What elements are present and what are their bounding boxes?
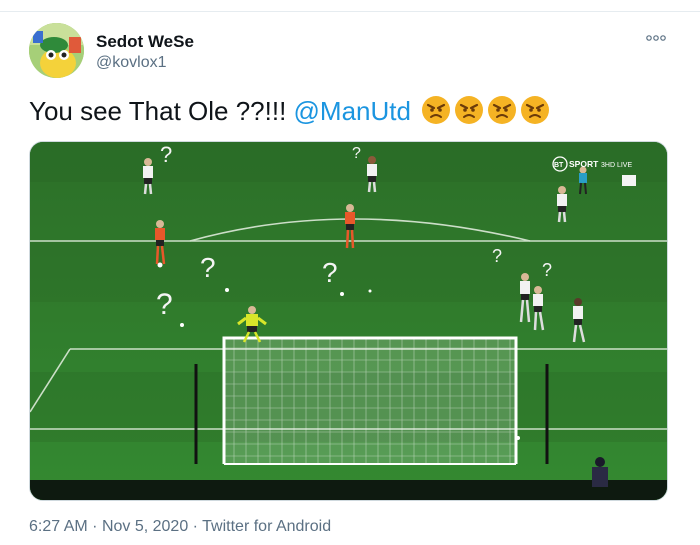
tweet-media-image[interactable]: ? ? ? ? ? ? ? BT SPORT 3HD LIVE — [29, 141, 668, 501]
football-pitch-image: ? ? ? ? ? ? ? BT SPORT 3HD LIVE — [30, 142, 667, 500]
more-options-icon[interactable] — [646, 30, 666, 46]
avatar[interactable] — [29, 23, 84, 78]
tweet-date[interactable]: Nov 5, 2020 — [102, 518, 188, 535]
question-mark: ? — [352, 145, 361, 162]
user-handle[interactable]: @kovlox1 — [96, 54, 167, 72]
tweet-source[interactable]: Twitter for Android — [202, 518, 331, 535]
avatar-image — [29, 23, 84, 78]
tweet-time[interactable]: 6:27 AM — [29, 518, 88, 535]
meta-separator: · — [192, 518, 198, 535]
question-mark: ? — [160, 142, 172, 167]
mention-link[interactable]: @ManUtd — [294, 96, 411, 126]
bt-logo-text: BT — [554, 162, 564, 169]
question-mark: ? — [542, 260, 552, 280]
question-mark: ? — [492, 246, 502, 266]
display-name[interactable]: Sedot WeSe — [96, 32, 194, 52]
angry-face-icon — [488, 96, 517, 124]
meta-separator: · — [92, 518, 98, 535]
tweet-meta: 6:27 AM · Nov 5, 2020 · Twitter for Andr… — [29, 518, 331, 536]
score-box — [622, 175, 636, 186]
goal-net — [194, 336, 549, 465]
question-mark: ? — [156, 288, 173, 321]
question-mark: ? — [200, 252, 216, 283]
angry-face-icon — [422, 96, 451, 124]
angry-face-icon — [455, 96, 484, 124]
emoji-group — [418, 96, 550, 126]
channel-label: 3HD LIVE — [601, 162, 632, 169]
question-mark: ? — [322, 257, 338, 288]
tweet-body: You see That Ole ??!!! — [29, 96, 294, 126]
tweet-text: You see That Ole ??!!! @ManUtd — [29, 95, 550, 127]
sport-logo-text: SPORT — [569, 159, 599, 169]
angry-face-icon — [521, 96, 550, 124]
tweet-card: Sedot WeSe @kovlox1 You see That Ole ??!… — [0, 0, 700, 545]
divider — [0, 11, 700, 12]
